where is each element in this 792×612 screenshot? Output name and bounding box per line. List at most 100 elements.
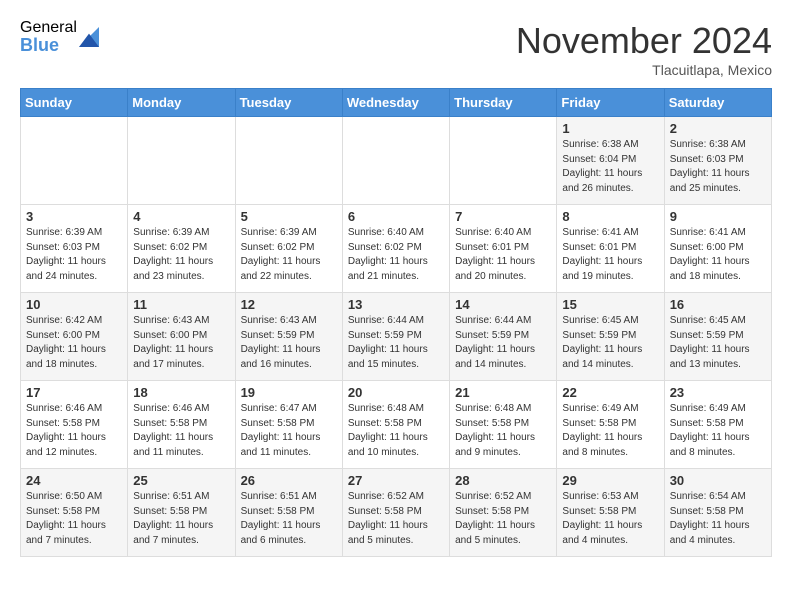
day-info: Sunrise: 6:43 AM Sunset: 5:59 PM Dayligh… [241,314,337,372]
calendar-cell: 30Sunrise: 6:54 AM Sunset: 5:58 PM Dayli… [664,469,771,557]
day-number: 22 [562,385,658,400]
calendar-cell: 11 Sunrise: 6:43 AM Sunset: 6:00 PM Dayli… [128,293,235,381]
day-info: Sunrise: 6:44 AM Sunset: 5:59 PM Dayligh… [455,314,551,372]
day-info: Sunrise: 6:51 AM Sunset: 5:58 PM Dayligh… [241,490,337,548]
calendar-cell [342,117,449,205]
day-info: Sunrise: 6:38 AM Sunset: 6:03 PM Dayligh… [670,138,766,196]
day-info: Sunrise: 6:39 AM Sunset: 6:02 PM Dayligh… [241,226,337,284]
title-block: November 2024 Tlacuitlapa, Mexico [516,20,772,78]
day-number: 8 [562,209,658,224]
calendar-cell: 20 Sunrise: 6:48 AM Sunset: 5:58 PM Dayli… [342,381,449,469]
calendar-week-3: 17Sunrise: 6:46 AM Sunset: 5:58 PM Dayli… [21,381,772,469]
col-saturday: Saturday [664,89,771,117]
day-number: 9 [670,209,766,224]
calendar-week-1: 3Sunrise: 6:39 AM Sunset: 6:03 PM Daylig… [21,205,772,293]
logo-general: General [20,20,77,36]
day-number: 19 [241,385,337,400]
col-friday: Friday [557,89,664,117]
day-number: 24 [26,473,122,488]
day-info: Sunrise: 6:48 AM Sunset: 5:58 PM Dayligh… [455,402,551,460]
calendar-cell: 2 Sunrise: 6:38 AM Sunset: 6:03 PM Daylig… [664,117,771,205]
day-info: Sunrise: 6:48 AM Sunset: 5:58 PM Dayligh… [348,402,444,460]
calendar-header-row: Sunday Monday Tuesday Wednesday Thursday… [21,89,772,117]
calendar-cell: 18Sunrise: 6:46 AM Sunset: 5:58 PM Dayli… [128,381,235,469]
calendar-cell [450,117,557,205]
calendar-cell: 8 Sunrise: 6:41 AM Sunset: 6:01 PM Daylig… [557,205,664,293]
calendar-week-2: 10Sunrise: 6:42 AM Sunset: 6:00 PM Dayli… [21,293,772,381]
calendar-cell: 4Sunrise: 6:39 AM Sunset: 6:02 PM Daylig… [128,205,235,293]
day-info: Sunrise: 6:42 AM Sunset: 6:00 PM Dayligh… [26,314,122,372]
logo-icon [79,27,99,47]
calendar: Sunday Monday Tuesday Wednesday Thursday… [20,88,772,557]
day-info: Sunrise: 6:39 AM Sunset: 6:03 PM Dayligh… [26,226,122,284]
day-info: Sunrise: 6:53 AM Sunset: 5:58 PM Dayligh… [562,490,658,548]
calendar-cell: 21 Sunrise: 6:48 AM Sunset: 5:58 PM Dayli… [450,381,557,469]
day-number: 27 [348,473,444,488]
calendar-cell: 27 Sunrise: 6:52 AM Sunset: 5:58 PM Dayli… [342,469,449,557]
calendar-cell: 7Sunrise: 6:40 AM Sunset: 6:01 PM Daylig… [450,205,557,293]
day-info: Sunrise: 6:40 AM Sunset: 6:02 PM Dayligh… [348,226,444,284]
day-number: 23 [670,385,766,400]
day-info: Sunrise: 6:40 AM Sunset: 6:01 PM Dayligh… [455,226,551,284]
calendar-cell: 5Sunrise: 6:39 AM Sunset: 6:02 PM Daylig… [235,205,342,293]
day-number: 21 [455,385,551,400]
page: General Blue November 2024 Tlacuitlapa, … [0,0,792,567]
calendar-cell: 1Sunrise: 6:38 AM Sunset: 6:04 PM Daylig… [557,117,664,205]
day-number: 29 [562,473,658,488]
logo-blue: Blue [20,36,77,54]
day-number: 17 [26,385,122,400]
day-info: Sunrise: 6:45 AM Sunset: 5:59 PM Dayligh… [670,314,766,372]
day-number: 30 [670,473,766,488]
day-number: 18 [133,385,229,400]
day-number: 13 [348,297,444,312]
day-number: 28 [455,473,551,488]
day-info: Sunrise: 6:50 AM Sunset: 5:58 PM Dayligh… [26,490,122,548]
day-info: Sunrise: 6:51 AM Sunset: 5:58 PM Dayligh… [133,490,229,548]
calendar-cell: 15Sunrise: 6:45 AM Sunset: 5:59 PM Dayli… [557,293,664,381]
day-info: Sunrise: 6:45 AM Sunset: 5:59 PM Dayligh… [562,314,658,372]
day-info: Sunrise: 6:41 AM Sunset: 6:01 PM Dayligh… [562,226,658,284]
col-sunday: Sunday [21,89,128,117]
calendar-cell: 6 Sunrise: 6:40 AM Sunset: 6:02 PM Daylig… [342,205,449,293]
day-info: Sunrise: 6:43 AM Sunset: 6:00 PM Dayligh… [133,314,229,372]
calendar-cell: 28 Sunrise: 6:52 AM Sunset: 5:58 PM Dayli… [450,469,557,557]
col-tuesday: Tuesday [235,89,342,117]
calendar-cell: 22Sunrise: 6:49 AM Sunset: 5:58 PM Dayli… [557,381,664,469]
calendar-cell: 13 Sunrise: 6:44 AM Sunset: 5:59 PM Dayli… [342,293,449,381]
col-monday: Monday [128,89,235,117]
calendar-cell: 16 Sunrise: 6:45 AM Sunset: 5:59 PM Dayli… [664,293,771,381]
month-title: November 2024 [516,20,772,62]
calendar-cell: 24 Sunrise: 6:50 AM Sunset: 5:58 PM Dayli… [21,469,128,557]
day-number: 20 [348,385,444,400]
day-info: Sunrise: 6:49 AM Sunset: 5:58 PM Dayligh… [670,402,766,460]
day-info: Sunrise: 6:44 AM Sunset: 5:59 PM Dayligh… [348,314,444,372]
calendar-week-4: 24 Sunrise: 6:50 AM Sunset: 5:58 PM Dayli… [21,469,772,557]
calendar-cell: 12 Sunrise: 6:43 AM Sunset: 5:59 PM Dayli… [235,293,342,381]
calendar-cell [21,117,128,205]
calendar-week-0: 1Sunrise: 6:38 AM Sunset: 6:04 PM Daylig… [21,117,772,205]
day-info: Sunrise: 6:39 AM Sunset: 6:02 PM Dayligh… [133,226,229,284]
calendar-cell: 23 Sunrise: 6:49 AM Sunset: 5:58 PM Dayli… [664,381,771,469]
day-number: 14 [455,297,551,312]
calendar-cell: 3Sunrise: 6:39 AM Sunset: 6:03 PM Daylig… [21,205,128,293]
col-thursday: Thursday [450,89,557,117]
day-number: 16 [670,297,766,312]
day-number: 6 [348,209,444,224]
calendar-cell: 17Sunrise: 6:46 AM Sunset: 5:58 PM Dayli… [21,381,128,469]
col-wednesday: Wednesday [342,89,449,117]
day-number: 11 [133,297,229,312]
day-number: 26 [241,473,337,488]
logo-text: General Blue [20,20,77,54]
day-number: 2 [670,121,766,136]
calendar-cell [235,117,342,205]
calendar-cell: 10Sunrise: 6:42 AM Sunset: 6:00 PM Dayli… [21,293,128,381]
calendar-cell: 19Sunrise: 6:47 AM Sunset: 5:58 PM Dayli… [235,381,342,469]
calendar-cell: 25 Sunrise: 6:51 AM Sunset: 5:58 PM Dayli… [128,469,235,557]
day-info: Sunrise: 6:38 AM Sunset: 6:04 PM Dayligh… [562,138,658,196]
day-number: 12 [241,297,337,312]
header: General Blue November 2024 Tlacuitlapa, … [20,20,772,78]
calendar-cell: 14 Sunrise: 6:44 AM Sunset: 5:59 PM Dayli… [450,293,557,381]
day-number: 25 [133,473,229,488]
day-info: Sunrise: 6:52 AM Sunset: 5:58 PM Dayligh… [348,490,444,548]
day-info: Sunrise: 6:52 AM Sunset: 5:58 PM Dayligh… [455,490,551,548]
